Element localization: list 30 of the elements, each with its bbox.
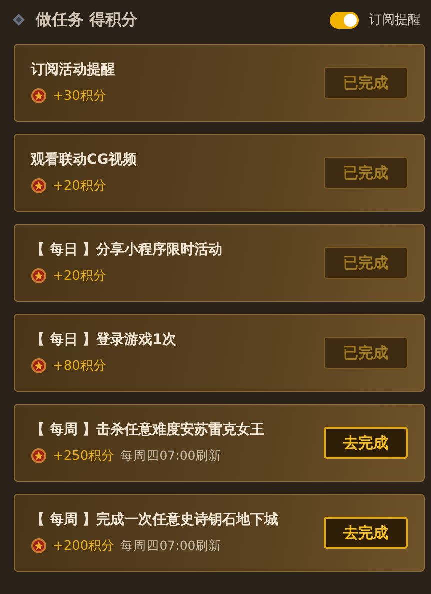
task-title: 订阅活动提醒 [31,61,116,79]
diamond-icon [12,13,26,27]
completed-button[interactable]: 已完成 [324,67,408,99]
coin-icon [31,268,47,284]
task-title: 【 每日 】登录游戏1次 [31,331,178,349]
points-text: +80积分 [53,358,106,375]
points-text: +200积分 [53,538,115,555]
coin-icon [31,88,47,104]
task-title: 【 每周 】击杀任意难度安苏雷克女王 [31,421,266,439]
subscribe-toggle[interactable] [330,12,359,28]
completed-button[interactable]: 已完成 [324,157,408,189]
points-text: +20积分 [53,268,106,285]
refresh-time: 每周四07:00刷新 [120,448,222,464]
completed-button[interactable]: 已完成 [324,337,408,369]
coin-icon [31,538,47,554]
toggle-label: 订阅提醒 [369,12,421,29]
task-title: 【 每周 】完成一次任意史诗钥石地下城 [31,511,280,529]
go-complete-button[interactable]: 去完成 [324,427,408,459]
coin-icon [31,448,47,464]
coin-icon [31,358,47,374]
task-title: 观看联动CG视频 [31,151,138,169]
coin-icon [31,178,47,194]
points-text: +250积分 [53,448,115,465]
go-complete-button[interactable]: 去完成 [324,517,408,549]
points-text: +20积分 [53,178,106,195]
points-text: +30积分 [53,88,106,105]
refresh-time: 每周四07:00刷新 [120,538,222,554]
section-title: 做任务 得积分 [36,10,139,30]
completed-button[interactable]: 已完成 [324,247,408,279]
task-title: 【 每日 】分享小程序限时活动 [31,241,224,259]
